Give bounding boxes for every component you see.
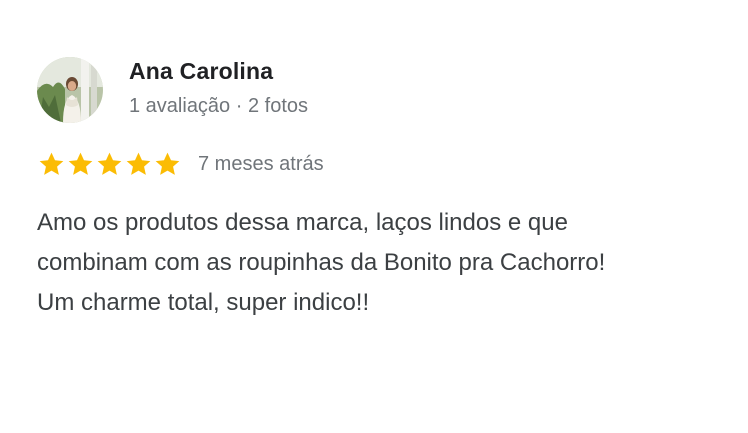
review-text-line: combinam com as roupinhas da Bonito pra … bbox=[37, 249, 606, 276]
star-rating bbox=[37, 150, 182, 179]
review-text-line: Um charme total, super indico!! bbox=[37, 289, 370, 316]
review-date: 7 meses atrás bbox=[198, 152, 324, 175]
review-text: Amo os produtos dessa marca, laços lindo… bbox=[37, 203, 737, 323]
star-icon bbox=[66, 150, 95, 179]
rating-row: 7 meses atrás bbox=[37, 149, 324, 179]
reviewer-name[interactable]: Ana Carolina bbox=[129, 58, 273, 85]
review-text-line: Amo os produtos dessa marca, laços lindo… bbox=[37, 209, 568, 236]
star-icon bbox=[37, 150, 66, 179]
review-card: Ana Carolina 1 avaliação · 2 fotos 7 mes… bbox=[0, 0, 748, 433]
reviewer-stats: 1 avaliação · 2 fotos bbox=[129, 95, 308, 117]
reviewer-avatar[interactable] bbox=[37, 57, 103, 123]
star-icon bbox=[95, 150, 124, 179]
avatar-photo-icon bbox=[37, 57, 103, 123]
star-icon bbox=[153, 150, 182, 179]
star-icon bbox=[124, 150, 153, 179]
